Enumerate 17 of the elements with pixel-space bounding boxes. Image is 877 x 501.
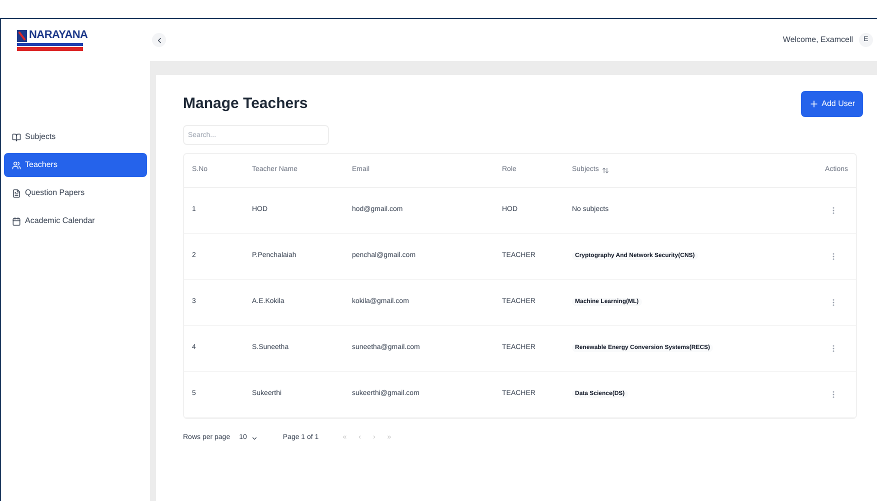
sidebar-item[interactable]: Teachers <box>4 153 147 177</box>
college-logo: NARAYANA <box>17 30 88 50</box>
logo-mark-icon <box>17 30 27 42</box>
sidebar-item[interactable]: Question Papers <box>4 181 147 205</box>
sidebar-item[interactable]: Subjects <box>4 125 147 149</box>
collapse-button[interactable] <box>152 33 166 47</box>
welcome-text: Welcome, Examcell <box>782 34 853 46</box>
book-icon <box>12 132 21 142</box>
add-user-button[interactable]: Add User <box>800 91 863 117</box>
chevron-down-icon <box>250 434 258 442</box>
users-icon <box>12 160 21 170</box>
calendar-icon <box>12 216 21 226</box>
document-icon <box>12 188 21 198</box>
page-title: Manage Teachers <box>183 94 308 114</box>
plus-icon <box>808 99 819 109</box>
sidebar-item[interactable]: Academic Calendar <box>4 209 147 233</box>
sort-icon[interactable] <box>602 167 609 174</box>
